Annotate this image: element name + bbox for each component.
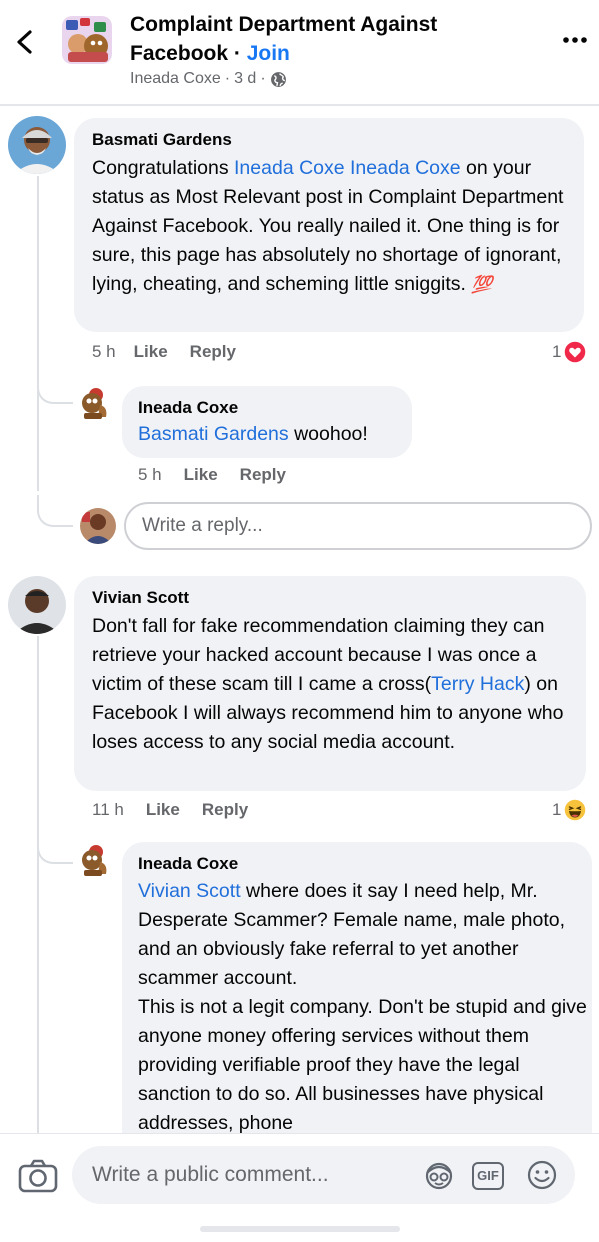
comment-text: Vivian Scott where does it say I need he… bbox=[138, 877, 588, 1138]
reply-bubble: Ineada Coxe Basmati Gardens woohoo! bbox=[122, 386, 412, 458]
more-dots-icon bbox=[563, 37, 587, 43]
meta-separator: · bbox=[224, 70, 231, 87]
comment-actions: 11 h Like Reply bbox=[92, 800, 248, 820]
comment-bubble: Basmati Gardens Congratulations Ineada C… bbox=[74, 118, 584, 332]
post-header: Complaint Department Against Facebook · … bbox=[0, 0, 599, 104]
reaction-count: 1 bbox=[552, 800, 562, 819]
thread-curve bbox=[37, 820, 73, 864]
thread-curve bbox=[37, 495, 73, 527]
comment-time[interactable]: 11 h bbox=[92, 800, 124, 820]
thread-line bbox=[37, 636, 39, 1136]
camera-icon bbox=[18, 1159, 58, 1193]
back-button[interactable] bbox=[12, 24, 40, 60]
group-avatar[interactable] bbox=[58, 12, 118, 68]
post-meta: Ineada Coxe · 3 d · bbox=[130, 70, 287, 88]
avatar[interactable] bbox=[78, 385, 114, 421]
comment-text: Basmati Gardens woohoo! bbox=[138, 420, 368, 449]
comment-text: Don't fall for fake recommendation claim… bbox=[92, 612, 574, 757]
meta-separator-2: · bbox=[260, 70, 266, 87]
avatar-sticker-button[interactable] bbox=[422, 1159, 456, 1191]
like-button[interactable]: Like bbox=[146, 800, 180, 820]
reaction-count: 1 bbox=[552, 342, 562, 361]
haha-reaction-icon bbox=[563, 798, 588, 822]
current-user-avatar[interactable] bbox=[80, 508, 116, 544]
reply-input[interactable]: Write a reply... bbox=[124, 502, 592, 550]
reply-button[interactable]: Reply bbox=[202, 800, 248, 820]
mention-link[interactable]: Vivian Scott bbox=[138, 880, 241, 902]
comment-time[interactable]: 5 h bbox=[92, 342, 116, 362]
join-button[interactable]: Join bbox=[247, 42, 290, 65]
thread-line bbox=[37, 176, 39, 491]
emoji-button[interactable] bbox=[525, 1159, 559, 1191]
reply-button[interactable]: Reply bbox=[190, 342, 236, 362]
like-button[interactable]: Like bbox=[184, 465, 218, 485]
comment-time[interactable]: 5 h bbox=[138, 465, 162, 485]
avatar-sticker-icon bbox=[425, 1162, 453, 1190]
love-reaction-icon bbox=[563, 340, 588, 364]
post-author[interactable]: Ineada Coxe bbox=[130, 70, 221, 88]
mention-link[interactable]: Terry Hack bbox=[431, 673, 524, 695]
title-separator: · bbox=[228, 42, 247, 65]
reply-button[interactable]: Reply bbox=[240, 465, 286, 485]
comment-author[interactable]: Ineada Coxe bbox=[138, 398, 238, 418]
home-indicator bbox=[200, 1226, 400, 1232]
comment-actions: 5 h Like Reply bbox=[92, 342, 236, 362]
thread-curve bbox=[37, 370, 73, 404]
more-options-button[interactable] bbox=[560, 30, 590, 50]
smiley-icon bbox=[527, 1160, 557, 1190]
comment-text-second: This is not a legit company. Don't be st… bbox=[138, 996, 587, 1134]
comment-bubble: Vivian Scott Don't fall for fake recomme… bbox=[74, 576, 586, 791]
comment-author[interactable]: Vivian Scott bbox=[92, 588, 189, 608]
comment-actions: 5 h Like Reply bbox=[138, 465, 286, 485]
comment-text-end: woohoo! bbox=[288, 423, 368, 445]
camera-button[interactable] bbox=[18, 1159, 58, 1193]
avatar[interactable] bbox=[8, 116, 66, 174]
mention-link[interactable]: Basmati Gardens bbox=[138, 423, 289, 445]
reply-bubble: Ineada Coxe Vivian Scott where does it s… bbox=[122, 842, 592, 1172]
globe-icon bbox=[270, 71, 286, 87]
chevron-left-icon bbox=[17, 30, 32, 54]
avatar[interactable] bbox=[78, 842, 114, 878]
gif-button[interactable]: GIF bbox=[472, 1159, 508, 1191]
hundred-points-emoji: 💯 bbox=[471, 275, 493, 294]
like-button[interactable]: Like bbox=[134, 342, 168, 362]
comment-text: Congratulations Ineada Coxe Ineada Coxe … bbox=[92, 154, 572, 299]
comment-author[interactable]: Ineada Coxe bbox=[138, 854, 238, 874]
comment-input[interactable]: Write a public comment... GIF bbox=[72, 1146, 575, 1204]
reaction-summary[interactable]: 1 bbox=[552, 798, 588, 822]
group-title: Complaint Department Against Facebook · … bbox=[130, 10, 510, 68]
comment-placeholder: Write a public comment... bbox=[92, 1163, 329, 1186]
mention-link[interactable]: Ineada Coxe Ineada Coxe bbox=[234, 157, 461, 179]
comment-text-start: Congratulations bbox=[92, 157, 235, 179]
gif-label: GIF bbox=[472, 1162, 504, 1190]
comment-author[interactable]: Basmati Gardens bbox=[92, 130, 232, 150]
header-divider bbox=[0, 104, 599, 106]
reaction-summary[interactable]: 1 bbox=[552, 340, 588, 364]
avatar[interactable] bbox=[8, 576, 66, 634]
post-age[interactable]: 3 d bbox=[234, 70, 256, 88]
